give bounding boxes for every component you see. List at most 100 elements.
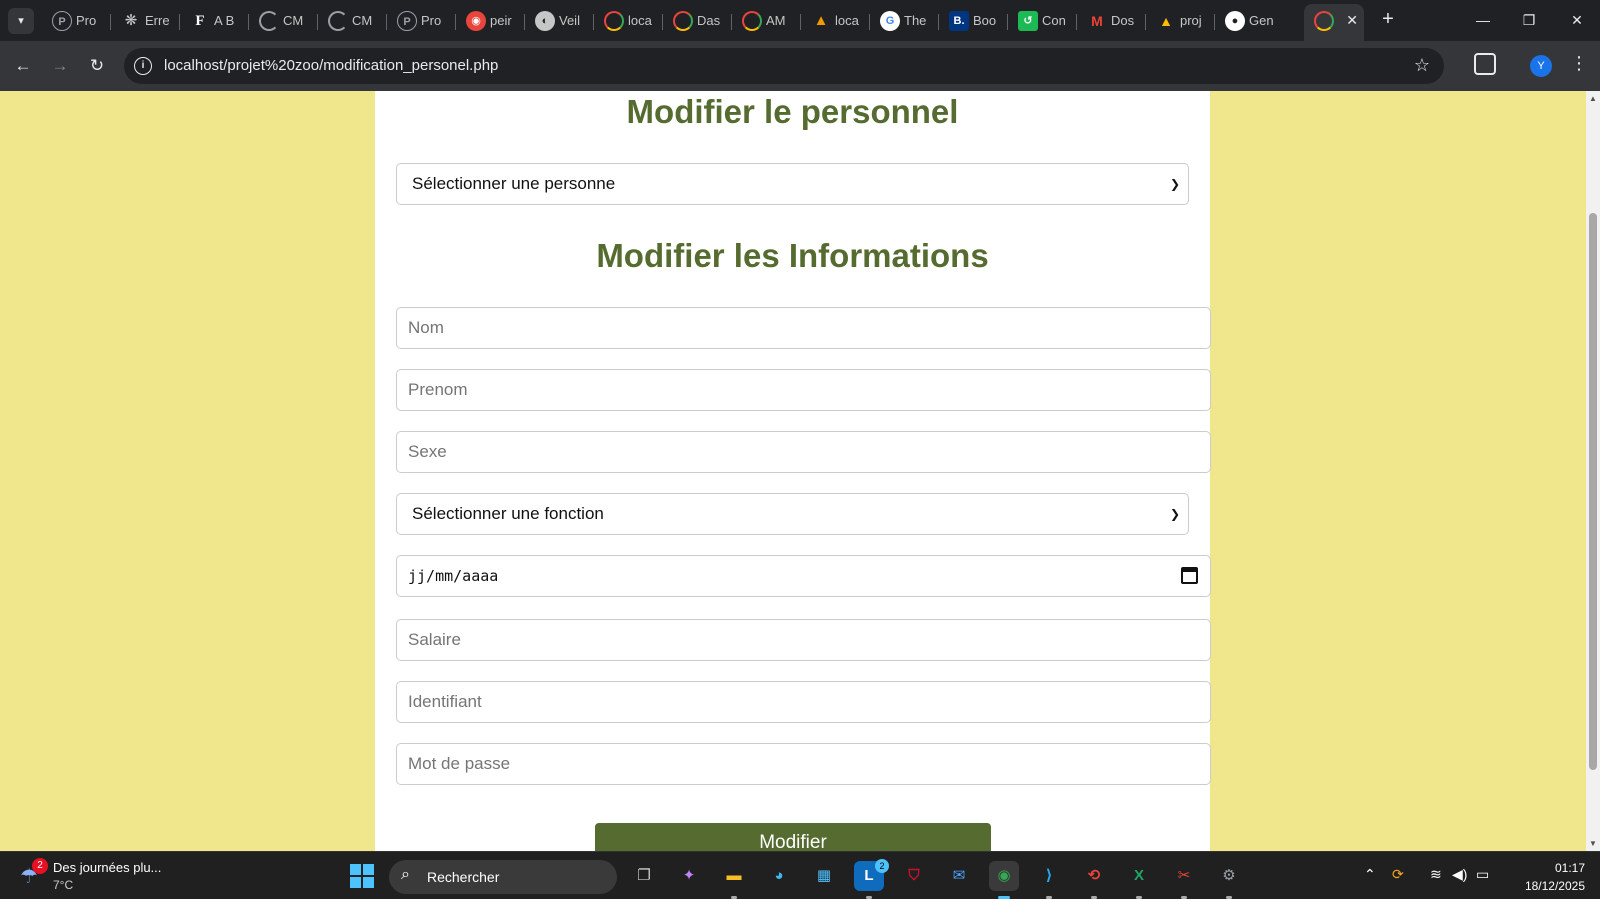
browser-tab[interactable]: Das: [663, 6, 732, 36]
browser-tab[interactable]: ▲ proj: [1146, 6, 1215, 36]
app-badge: 2: [875, 859, 889, 873]
tab-title: Gen: [1249, 13, 1274, 28]
close-tab-icon[interactable]: ✕: [1346, 12, 1358, 29]
tab-title: AM: [766, 13, 786, 28]
identifiant-input[interactable]: Identifiant: [396, 681, 1211, 723]
wifi-icon[interactable]: ≋: [1430, 866, 1442, 883]
browser-tab[interactable]: AM: [732, 6, 801, 36]
minimize-button[interactable]: —: [1460, 6, 1506, 34]
tab-title: Pro: [76, 13, 97, 28]
site-info-icon[interactable]: i: [134, 57, 152, 75]
browser-tab[interactable]: P Pro: [42, 6, 111, 36]
password-input[interactable]: Mot de passe: [396, 743, 1211, 785]
browser-tab-active[interactable]: ✕: [1304, 4, 1364, 41]
browser-tab-strip: ▾ P Pro ❋ Erre F A B CM CM P Pro ◉ peir ◐ Veil…: [0, 0, 1600, 41]
date-input[interactable]: jj/mm/aaaa: [396, 555, 1211, 597]
loading-icon: [328, 11, 348, 31]
copilot-icon[interactable]: ✦: [674, 861, 704, 891]
close-window-button[interactable]: ✕: [1554, 6, 1600, 34]
browser-tab[interactable]: ▲ loca: [801, 6, 870, 36]
app-icon: [604, 11, 624, 31]
address-bar[interactable]: i localhost/projet%20zoo/modification_pe…: [124, 48, 1444, 84]
browser-tab[interactable]: ↺ Con: [1008, 6, 1077, 36]
volume-icon[interactable]: ◀): [1452, 866, 1467, 883]
date-placeholder: jj/mm/aaaa: [408, 567, 499, 585]
new-tab-button[interactable]: +: [1376, 8, 1400, 32]
browser-tab[interactable]: ❋ Erre: [111, 6, 180, 36]
browser-tab[interactable]: B. Boo: [939, 6, 1008, 36]
tab-title: Pro: [421, 13, 442, 28]
taskbar-search[interactable]: ⌕ Rechercher: [389, 860, 617, 894]
browser-tab[interactable]: CM: [249, 6, 318, 36]
globe-icon: ◐: [535, 11, 555, 31]
browser-tab[interactable]: G The: [870, 6, 939, 36]
chevron-down-icon: ❯: [1169, 177, 1180, 191]
tab-title: Erre: [145, 13, 170, 28]
task-view-icon[interactable]: ❐: [629, 861, 659, 891]
forward-arrow-icon[interactable]: →: [47, 53, 73, 79]
windows-start-icon[interactable]: [350, 864, 374, 888]
restore-button[interactable]: ❐: [1506, 6, 1552, 34]
browser-tab[interactable]: P Pro: [387, 6, 456, 36]
windows-taskbar: ☂ 2 Des journées plu... 7°C ⌕ Rechercher…: [0, 851, 1600, 899]
chrome-icon[interactable]: ◉: [989, 861, 1019, 891]
bookmark-star-icon[interactable]: ☆: [1414, 55, 1430, 76]
app-icon: [673, 11, 693, 31]
outlook-icon[interactable]: ✉: [944, 861, 974, 891]
store-icon[interactable]: ▦: [809, 861, 839, 891]
calendar-icon[interactable]: [1181, 567, 1198, 584]
sync-icon[interactable]: ⟳: [1392, 866, 1404, 883]
snipping-tool-icon[interactable]: ✂: [1169, 861, 1199, 891]
mcafee-icon[interactable]: ⛉: [899, 861, 929, 891]
paint-icon: ◉: [466, 11, 486, 31]
clock-date[interactable]: 18/12/2025: [1510, 879, 1585, 893]
openai-icon: ❋: [124, 12, 138, 29]
sexe-input[interactable]: Sexe: [396, 431, 1211, 473]
modifier-button[interactable]: Modifier: [595, 823, 991, 851]
browser-tab[interactable]: M Dos: [1077, 6, 1146, 36]
p-icon: P: [397, 11, 417, 31]
browser-toolbar: ← → ↻ i localhost/projet%20zoo/modificat…: [0, 41, 1600, 91]
battery-icon[interactable]: ▭: [1476, 866, 1489, 883]
weather-temperature: 7°C: [53, 878, 74, 892]
tab-search-button[interactable]: ▾: [8, 8, 34, 34]
tab-title: peir: [490, 13, 512, 28]
address-url[interactable]: localhost/projet%20zoo/modification_pers…: [164, 57, 498, 74]
browser-tab[interactable]: FA B: [180, 6, 249, 36]
file-explorer-icon[interactable]: ▬: [719, 861, 749, 891]
nom-input[interactable]: Nom: [396, 307, 1211, 349]
chevron-up-icon[interactable]: ⌃: [1364, 866, 1376, 883]
reload-icon[interactable]: ↻: [84, 53, 110, 79]
profile-avatar[interactable]: Y: [1530, 55, 1552, 77]
back-arrow-icon[interactable]: ←: [10, 53, 36, 79]
scrollbar[interactable]: ▲ ▼: [1586, 91, 1600, 851]
browser-tab[interactable]: CM: [318, 6, 387, 36]
browser-tab[interactable]: ◉ peir: [456, 6, 525, 36]
clock-time[interactable]: 01:17: [1545, 861, 1585, 875]
browser-tab[interactable]: loca: [594, 6, 663, 36]
settings-gear-icon[interactable]: ⚙: [1214, 861, 1244, 891]
edge-icon[interactable]: ◕: [764, 861, 794, 891]
tab-title: Das: [697, 13, 721, 28]
tab-title: loca: [835, 13, 859, 28]
vscode-icon[interactable]: ⟩: [1034, 861, 1064, 891]
scrollbar-thumb[interactable]: [1589, 213, 1597, 770]
prenom-input[interactable]: Prenom: [396, 369, 1211, 411]
extensions-icon[interactable]: [1474, 53, 1496, 75]
tab-title: loca: [628, 13, 652, 28]
google-icon: G: [880, 11, 900, 31]
scroll-down-arrow-icon[interactable]: ▼: [1589, 839, 1597, 848]
browser-menu-icon[interactable]: ⋮: [1570, 53, 1588, 74]
notification-badge: 2: [32, 858, 48, 874]
fonction-select[interactable]: Sélectionner une fonction ❯: [396, 493, 1189, 535]
salaire-input[interactable]: Salaire: [396, 619, 1211, 661]
excel-icon[interactable]: X: [1124, 861, 1154, 891]
browser-tab[interactable]: ◐ Veil: [525, 6, 594, 36]
browser-tab[interactable]: ● Gen: [1215, 6, 1284, 36]
scroll-up-arrow-icon[interactable]: ▲: [1589, 94, 1597, 103]
chevron-down-icon: ❯: [1169, 507, 1180, 521]
person-select[interactable]: Sélectionner une personne ❯: [396, 163, 1189, 205]
p-icon: P: [52, 11, 72, 31]
xampp-icon[interactable]: ⟲: [1079, 861, 1109, 891]
tab-title: The: [904, 13, 927, 28]
